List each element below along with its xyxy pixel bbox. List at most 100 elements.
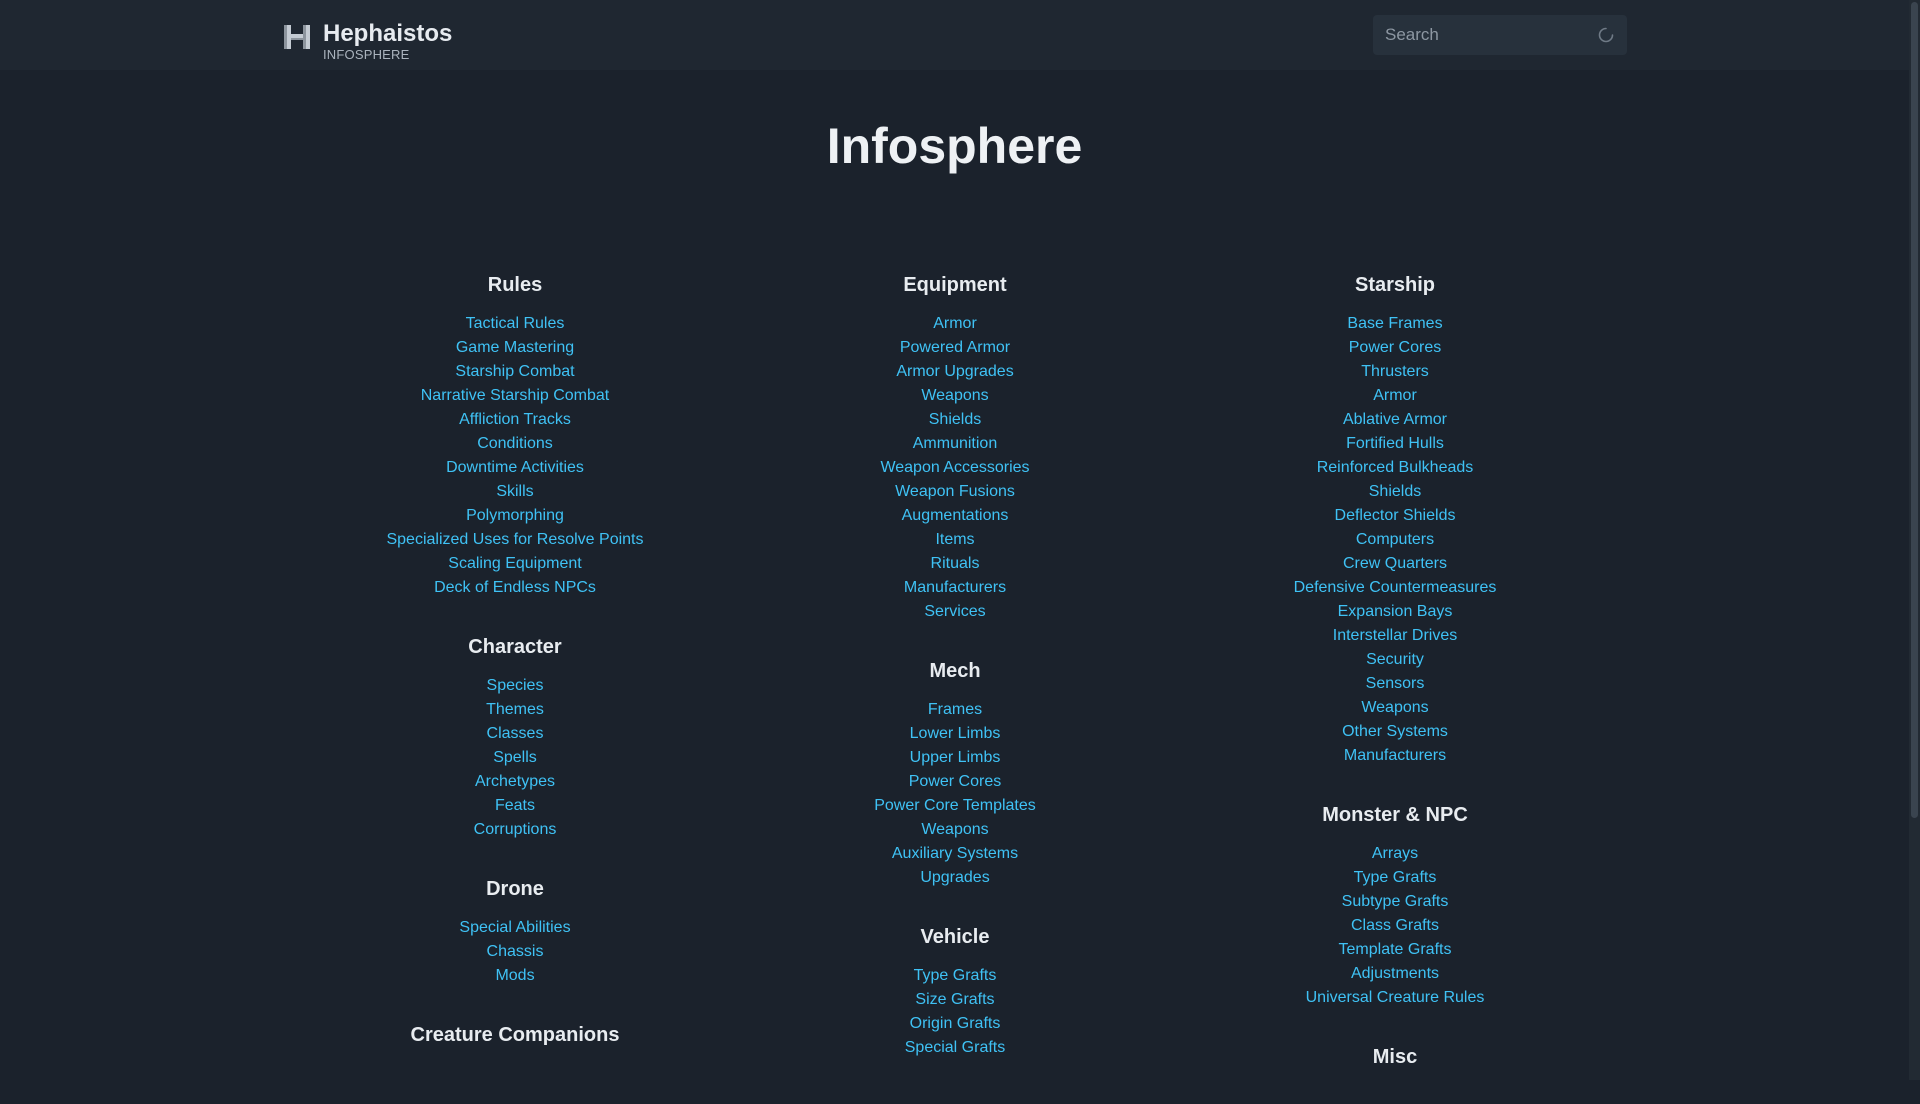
list-item: Reinforced Bulkheads — [1185, 456, 1605, 480]
list-item: Special Abilities — [305, 916, 725, 940]
link-template-grafts[interactable]: Template Grafts — [1339, 941, 1452, 958]
list-item: Augmentations — [745, 504, 1165, 528]
link-power-cores[interactable]: Power Cores — [909, 773, 1001, 790]
link-augmentations[interactable]: Augmentations — [902, 507, 1009, 524]
link-corruptions[interactable]: Corruptions — [474, 821, 557, 838]
section-character: Character Species Themes Classes Spells Arche… — [305, 630, 725, 842]
link-lower-limbs[interactable]: Lower Limbs — [910, 725, 1001, 742]
list-item: Sensors — [1185, 672, 1605, 696]
link-frames[interactable]: Frames — [928, 701, 982, 718]
link-other-systems[interactable]: Other Systems — [1342, 723, 1448, 740]
list-item: Corruptions — [305, 818, 725, 842]
link-upper-limbs[interactable]: Upper Limbs — [910, 749, 1001, 766]
link-skills[interactable]: Skills — [496, 483, 533, 500]
list-item: Weapons — [745, 818, 1165, 842]
link-type-grafts[interactable]: Type Grafts — [1354, 869, 1437, 886]
link-manufacturers[interactable]: Manufacturers — [904, 579, 1006, 596]
list-item: Arrays — [1185, 842, 1605, 866]
link-conditions[interactable]: Conditions — [477, 435, 553, 452]
link-feats[interactable]: Feats — [495, 797, 535, 814]
link-polymorphing[interactable]: Polymorphing — [466, 507, 564, 524]
link-special-grafts[interactable]: Special Grafts — [905, 1039, 1005, 1056]
brand-subtitle: INFOSPHERE — [323, 47, 410, 62]
link-game-mastering[interactable]: Game Mastering — [456, 339, 574, 356]
link-interstellar-drives[interactable]: Interstellar Drives — [1333, 627, 1457, 644]
link-powered-armor[interactable]: Powered Armor — [900, 339, 1010, 356]
link-services[interactable]: Services — [924, 603, 985, 620]
list-item: Spells — [305, 746, 725, 770]
link-starship-combat[interactable]: Starship Combat — [455, 363, 574, 380]
link-power-cores[interactable]: Power Cores — [1349, 339, 1441, 356]
link-adjustments[interactable]: Adjustments — [1351, 965, 1439, 982]
link-downtime-activities[interactable]: Downtime Activities — [446, 459, 584, 476]
link-armor[interactable]: Armor — [933, 315, 977, 332]
link-arrays[interactable]: Arrays — [1372, 845, 1418, 862]
link-defensive-countermeasures[interactable]: Defensive Countermeasures — [1294, 579, 1497, 596]
link-deck-of-endless-npcs[interactable]: Deck of Endless NPCs — [434, 579, 596, 596]
section-heading: Rules — [487, 274, 543, 296]
link-themes[interactable]: Themes — [486, 701, 544, 718]
link-upgrades[interactable]: Upgrades — [920, 869, 989, 886]
list-item: Rituals — [745, 552, 1165, 576]
link-weapon-fusions[interactable]: Weapon Fusions — [895, 483, 1015, 500]
link-type-grafts[interactable]: Type Grafts — [914, 967, 997, 984]
link-armor-upgrades[interactable]: Armor Upgrades — [896, 363, 1013, 380]
link-subtype-grafts[interactable]: Subtype Grafts — [1342, 893, 1449, 910]
link-deflector-shields[interactable]: Deflector Shields — [1335, 507, 1456, 524]
link-classes[interactable]: Classes — [487, 725, 544, 742]
link-affliction-tracks[interactable]: Affliction Tracks — [459, 411, 571, 428]
search-input[interactable] — [1373, 15, 1583, 55]
section-rules: Rules Tactical Rules Game Mastering Starshi… — [305, 268, 725, 600]
link-crew-quarters[interactable]: Crew Quarters — [1343, 555, 1447, 572]
link-spells[interactable]: Spells — [493, 749, 537, 766]
link-ablative-armor[interactable]: Ablative Armor — [1343, 411, 1447, 428]
scrollbar-thumb[interactable] — [1911, 2, 1918, 818]
section-creature-companions: Creature Companions — [305, 1018, 725, 1052]
link-shields[interactable]: Shields — [929, 411, 981, 428]
link-items[interactable]: Items — [935, 531, 974, 548]
brand-home-link[interactable]: Hephaistos INFOSPHERE — [282, 20, 452, 62]
link-size-grafts[interactable]: Size Grafts — [915, 991, 994, 1008]
list-item: Upgrades — [745, 866, 1165, 890]
link-manufacturers[interactable]: Manufacturers — [1344, 747, 1446, 764]
link-species[interactable]: Species — [487, 677, 544, 694]
link-shields[interactable]: Shields — [1369, 483, 1421, 500]
link-thrusters[interactable]: Thrusters — [1361, 363, 1429, 380]
list-item: Base Frames — [1185, 312, 1605, 336]
link-armor[interactable]: Armor — [1373, 387, 1417, 404]
list-item: Size Grafts — [745, 988, 1165, 1012]
link-class-grafts[interactable]: Class Grafts — [1351, 917, 1439, 934]
link-computers[interactable]: Computers — [1356, 531, 1434, 548]
link-universal-creature-rules[interactable]: Universal Creature Rules — [1306, 989, 1485, 1006]
page-title: Infosphere — [826, 118, 1083, 174]
link-weapons[interactable]: Weapons — [921, 821, 988, 838]
link-weapons[interactable]: Weapons — [921, 387, 988, 404]
link-weapons[interactable]: Weapons — [1361, 699, 1428, 716]
link-base-frames[interactable]: Base Frames — [1347, 315, 1442, 332]
link-rituals[interactable]: Rituals — [931, 555, 980, 572]
link-mods[interactable]: Mods — [495, 967, 534, 984]
link-archetypes[interactable]: Archetypes — [475, 773, 555, 790]
link-power-core-templates[interactable]: Power Core Templates — [874, 797, 1036, 814]
link-weapon-accessories[interactable]: Weapon Accessories — [880, 459, 1029, 476]
link-sensors[interactable]: Sensors — [1366, 675, 1425, 692]
link-narrative-starship-combat[interactable]: Narrative Starship Combat — [421, 387, 610, 404]
link-expansion-bays[interactable]: Expansion Bays — [1338, 603, 1453, 620]
link-reinforced-bulkheads[interactable]: Reinforced Bulkheads — [1317, 459, 1474, 476]
link-fortified-hulls[interactable]: Fortified Hulls — [1346, 435, 1444, 452]
page-scrollbar[interactable] — [1909, 0, 1920, 1080]
list-item: Manufacturers — [745, 576, 1165, 600]
link-origin-grafts[interactable]: Origin Grafts — [910, 1015, 1001, 1032]
link-ammunition[interactable]: Ammunition — [913, 435, 997, 452]
link-auxiliary-systems[interactable]: Auxiliary Systems — [892, 845, 1018, 862]
section-monster-and-npc: Monster & NPC Arrays Type Grafts Subtype Gr… — [1185, 798, 1605, 1010]
link-chassis[interactable]: Chassis — [487, 943, 544, 960]
link-list: Frames Lower Limbs Upper Limbs Power Cores P… — [745, 698, 1165, 890]
link-specialized-uses-for-resolve-points[interactable]: Specialized Uses for Resolve Points — [386, 531, 643, 548]
link-security[interactable]: Security — [1366, 651, 1424, 668]
list-item: Deflector Shields — [1185, 504, 1605, 528]
link-tactical-rules[interactable]: Tactical Rules — [466, 315, 565, 332]
link-special-abilities[interactable]: Special Abilities — [459, 919, 570, 936]
link-scaling-equipment[interactable]: Scaling Equipment — [448, 555, 581, 572]
section-vehicle: Vehicle Type Grafts Size Grafts Origin Graf… — [745, 920, 1165, 1060]
